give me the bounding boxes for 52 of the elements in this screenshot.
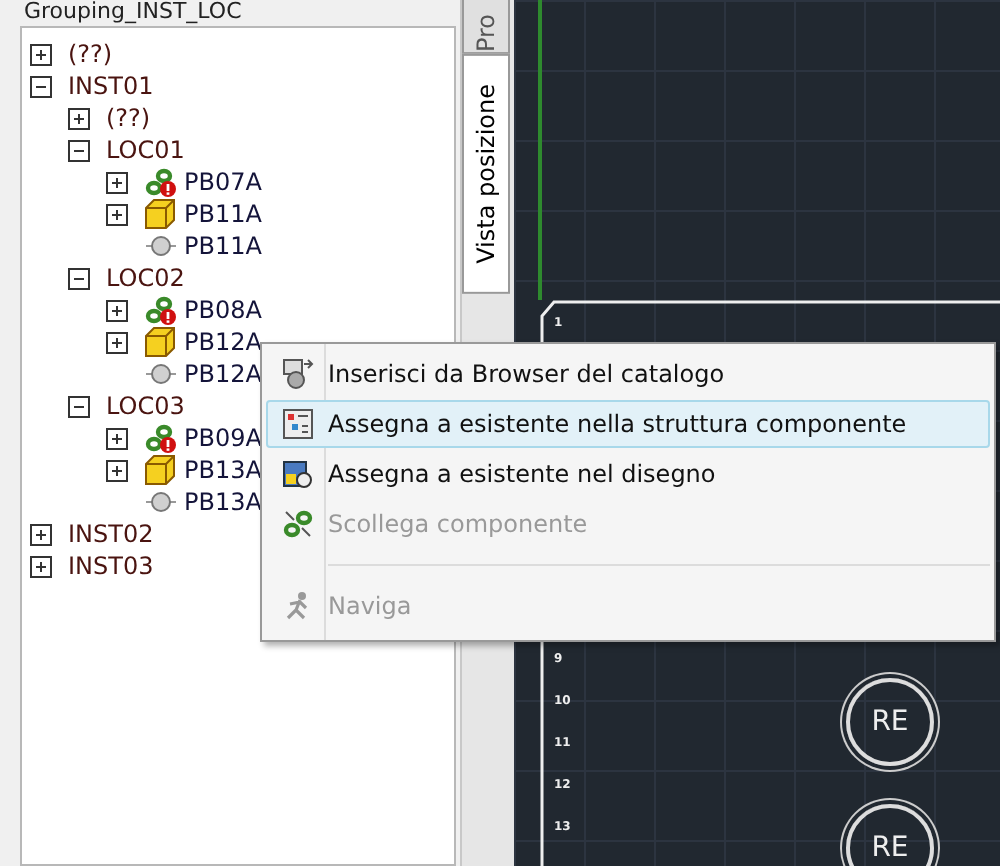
expand-toggle[interactable] xyxy=(106,171,128,193)
tree-item[interactable]: PB11A xyxy=(184,200,262,228)
tree-item[interactable]: PB13A xyxy=(184,456,262,484)
collapse-toggle[interactable] xyxy=(30,75,52,97)
expand-toggle[interactable] xyxy=(30,523,52,545)
cube-icon xyxy=(144,198,178,230)
circle-icon xyxy=(144,486,178,518)
tree-item[interactable]: PB07A xyxy=(184,168,262,196)
catalog-icon xyxy=(282,358,314,390)
panel-title: Grouping_INST_LOC xyxy=(24,0,244,26)
cube-icon xyxy=(144,454,178,486)
link-error-icon xyxy=(144,166,178,198)
expand-toggle[interactable] xyxy=(106,427,128,449)
expand-toggle[interactable] xyxy=(106,203,128,225)
side-tab[interactable]: Vista posizione xyxy=(462,54,510,294)
tree-item[interactable]: PB08A xyxy=(184,296,262,324)
link-error-icon xyxy=(144,294,178,326)
menu-item[interactable]: Assegna a esistente nella struttura componente xyxy=(266,400,990,448)
cube-icon xyxy=(144,326,178,358)
collapse-toggle[interactable] xyxy=(68,267,90,289)
symbol: RE xyxy=(846,678,934,766)
unlink-icon xyxy=(282,508,314,540)
expand-toggle[interactable] xyxy=(106,299,128,321)
side-tab[interactable]: Pro xyxy=(462,0,510,55)
tree-item[interactable]: (??) xyxy=(68,40,113,68)
tree-item[interactable]: PB09A xyxy=(184,424,262,452)
collapse-toggle[interactable] xyxy=(68,139,90,161)
expand-toggle[interactable] xyxy=(106,459,128,481)
tree-item[interactable]: INST01 xyxy=(68,72,154,100)
tree-item[interactable]: PB12A xyxy=(184,360,262,388)
expand-toggle[interactable] xyxy=(30,43,52,65)
expand-toggle[interactable] xyxy=(106,331,128,353)
expand-toggle[interactable] xyxy=(68,107,90,129)
tree-item[interactable]: PB12A xyxy=(184,328,262,356)
expand-toggle[interactable] xyxy=(30,555,52,577)
tree-item[interactable]: (??) xyxy=(106,104,151,132)
link-error-icon xyxy=(144,422,178,454)
tree-item[interactable]: INST03 xyxy=(68,552,154,580)
symbol: RE xyxy=(846,804,934,866)
tree-item[interactable]: LOC01 xyxy=(106,136,185,164)
circle-icon xyxy=(144,358,178,390)
menu-item[interactable]: Assegna a esistente nel disegno xyxy=(266,450,990,498)
circle-icon xyxy=(144,230,178,262)
tree-item[interactable]: INST02 xyxy=(68,520,154,548)
tree-item[interactable]: LOC03 xyxy=(106,392,185,420)
tree-item[interactable]: PB11A xyxy=(184,232,262,260)
drawing-search-icon xyxy=(282,458,314,490)
tree-item[interactable]: LOC02 xyxy=(106,264,185,292)
tree-item[interactable]: PB13A xyxy=(184,488,262,516)
collapse-toggle[interactable] xyxy=(68,395,90,417)
menu-item[interactable]: Inserisci da Browser del catalogo xyxy=(266,350,990,398)
list-icon xyxy=(282,408,314,440)
